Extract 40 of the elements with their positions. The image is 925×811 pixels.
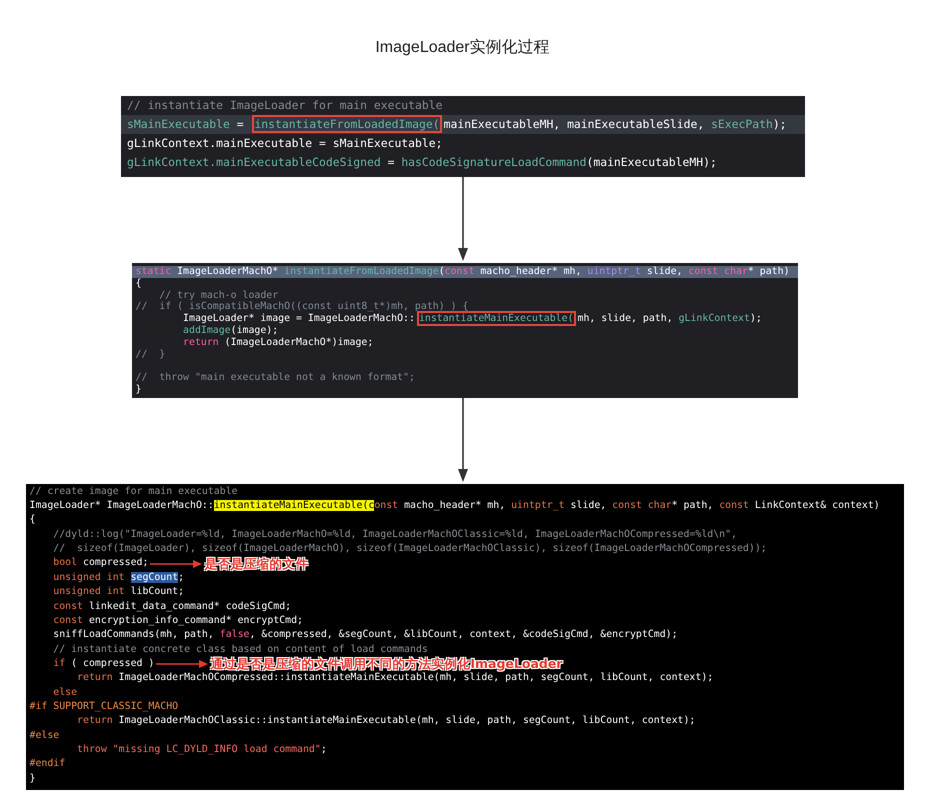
code-line: throw "missing LC_DYLD_INFO load command"; bbox=[76, 742, 327, 757]
code-line: #endif bbox=[30, 757, 66, 772]
code-line: // create image for main executable bbox=[30, 484, 238, 499]
code-line: ImageLoader* ImageLoaderMachO::instantiateMainExecutable(const macho_header* mh, uintptr_t slide, const char* path, const LinkContext& context) bbox=[30, 499, 880, 514]
code-line: // instantiate concrete class based on content of load commands bbox=[52, 642, 428, 657]
code-line: addImage(image); bbox=[182, 324, 278, 337]
code-line: //dyld::log("ImageLoader=%ld, ImageLoaderMachO=%ld, ImageLoaderMachOClassic=%ld, ImageLoaderMachOCompressed=%ld\n", bbox=[52, 528, 737, 542]
code-line: // instantiate ImageLoader for main executable bbox=[127, 97, 442, 114]
code-line: else bbox=[52, 686, 78, 700]
diagram-title: ImageLoader实例化过程 bbox=[375, 38, 550, 58]
annotation-label: 是否是压缩的文件 bbox=[204, 556, 308, 571]
code-line: #if SUPPORT_CLASSIC_MACHO bbox=[30, 700, 178, 714]
code-line: static ImageLoaderMachO* instantiateFromLoadedImage(const macho_header* mh, uintptr_t slide, const char* path) bbox=[136, 266, 790, 278]
code-line: } bbox=[30, 772, 36, 786]
code-line: // try mach-o loader bbox=[158, 290, 278, 302]
code-line: if ( compressed ) bbox=[52, 656, 154, 671]
annotation-label: 通过是否是压缩的文件调用不同的方法实例化ImageLoader bbox=[210, 657, 562, 672]
code-line: return ImageLoaderMachOClassic::instantiateMainExecutable(mh, slide, path, segCount, libCount, context); bbox=[76, 714, 696, 728]
code-line: const linkedit_data_command* codeSigCmd; bbox=[52, 600, 292, 614]
code-line: unsigned int libCount; bbox=[52, 585, 184, 600]
code-line: bool compressed; bbox=[52, 556, 148, 570]
code-line: // throw "main executable not a known format"; bbox=[136, 372, 415, 384]
code-line: } bbox=[136, 384, 142, 396]
code-line: return (ImageLoaderMachO*)image; bbox=[182, 336, 374, 349]
code-line: ImageLoader* image = ImageLoaderMachO:: instantiateMainExecutable( mh, slide, path, gLinkContext); bbox=[182, 313, 762, 325]
code-line: gLinkContext.mainExecutable = sMainExecutable; bbox=[127, 135, 442, 152]
code-line: // } bbox=[136, 348, 166, 360]
code-line: gLinkContext.mainExecutableCodeSigned = hasCodeSignatureLoadCommand(mainExecutableMH); bbox=[127, 154, 717, 171]
code-line: return ImageLoaderMachOCompressed::instantiateMainExecutable(mh, slide, path, segCount, libCount, context); bbox=[76, 671, 714, 686]
code-line: sMainExecutable = instantiateFromLoadedImage( mainExecutableMH, mainExecutableSlide, sExecPath); bbox=[127, 116, 787, 133]
arrow-icon bbox=[156, 660, 208, 668]
arrow-icon bbox=[150, 560, 202, 568]
code-line: #else bbox=[30, 728, 60, 743]
code-line: unsigned int segCount; bbox=[52, 570, 184, 585]
code-line: const encryption_info_command* encryptCmd; bbox=[52, 614, 303, 628]
code-line: // if ( isCompatibleMachO((const uint8_t*)mh, path) ) { bbox=[136, 301, 468, 314]
code-line: // sizeof(ImageLoader), sizeof(ImageLoaderMachO), sizeof(ImageLoaderMachOClassic), sizeof(ImageLoaderMachOCompressed)); bbox=[52, 542, 767, 556]
code-line: sniffLoadCommands(mh, path, false, &compressed, &segCount, &libCount, context, &codeSigCmd, &encryptCmd); bbox=[52, 628, 678, 642]
code-line: { bbox=[30, 513, 36, 528]
code-line: { bbox=[136, 278, 142, 290]
